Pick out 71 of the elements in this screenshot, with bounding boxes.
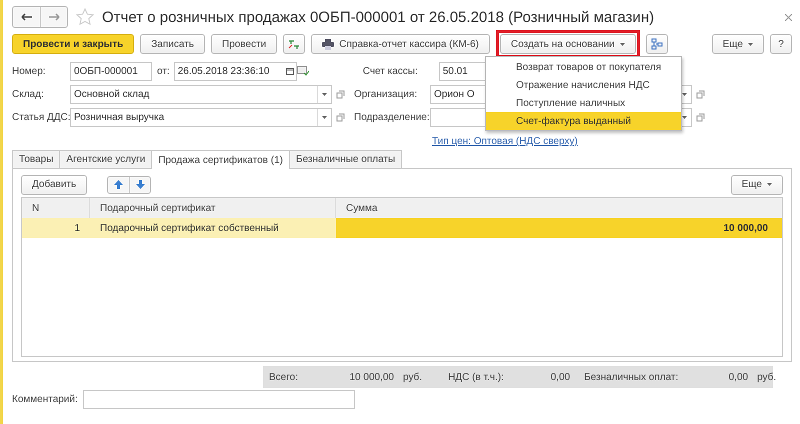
select-field[interactable]: Основной склад xyxy=(70,84,332,104)
more-button[interactable]: Еще xyxy=(712,34,764,54)
column-header: Подарочный сертификат xyxy=(90,198,336,218)
tab[interactable]: Продажа сертификатов (1) xyxy=(151,150,290,169)
date-field[interactable]: 26.05.2018 23:36:10 xyxy=(174,62,297,80)
help-button[interactable]: ? xyxy=(770,34,792,54)
star-icon[interactable] xyxy=(76,8,94,26)
hierarchy-icon xyxy=(650,38,663,50)
field-label: Номер: xyxy=(12,66,47,76)
close-icon[interactable] xyxy=(785,14,792,20)
total-label: Безналичных оплат: xyxy=(584,372,680,382)
down-arrow-icon xyxy=(136,180,145,189)
menu-item[interactable]: Поступление наличных xyxy=(486,94,681,112)
dropdown-icon[interactable] xyxy=(322,92,327,96)
back-arrow-icon xyxy=(21,13,32,21)
forward-arrow-icon xyxy=(48,13,60,21)
tab[interactable]: Товары xyxy=(12,150,60,168)
table-cell: 10 000,00 xyxy=(336,218,782,238)
window-title: Отчет о розничных продажах 0ОБП-000001 от 26.05.2018 (Розничный магазин) xyxy=(102,8,656,26)
field-label: Комментарий: xyxy=(12,394,78,405)
total-value: 0,00 xyxy=(728,372,748,382)
caret-icon xyxy=(748,42,753,46)
document-check-icon[interactable] xyxy=(296,66,309,76)
more-button[interactable]: Еще xyxy=(730,174,783,194)
table-row[interactable]: 1 Подарочный сертификат собственный 10 000,00 xyxy=(22,218,782,238)
create-based-on-button[interactable]: Создать на основании xyxy=(500,34,636,54)
tab[interactable]: Агентские услуги xyxy=(59,150,152,168)
menu-item[interactable]: Счет-фактура выданный xyxy=(486,112,681,130)
open-icon[interactable] xyxy=(696,90,704,98)
toolbar-button[interactable]: Записать xyxy=(140,34,205,54)
dropdown-icon[interactable] xyxy=(322,116,327,118)
field-label: Организация: xyxy=(354,88,418,100)
open-icon[interactable] xyxy=(336,112,344,122)
debit-credit-icon xyxy=(288,38,300,50)
tab[interactable]: Безналичные оплаты xyxy=(289,150,402,168)
menu-item[interactable]: Возврат товаров от покупателя xyxy=(486,58,681,76)
printer-icon xyxy=(322,38,334,50)
post-and-close-button[interactable]: Провести и закрыть xyxy=(12,34,134,54)
field-label: Счет кассы: xyxy=(362,66,419,76)
caret-icon xyxy=(767,183,772,186)
calendar-icon[interactable] xyxy=(286,68,294,74)
field-label: от: xyxy=(157,66,170,76)
total-label: Всего: xyxy=(269,372,299,382)
column-header: Сумма xyxy=(336,198,782,218)
comment-field[interactable] xyxy=(82,390,355,409)
field-label: Склад: xyxy=(12,88,45,100)
price-type-link[interactable]: Тип цен: Оптовая (НДС сверху) xyxy=(432,136,578,147)
total-label: НДС (в т.ч.): xyxy=(448,372,505,382)
field-label: Статья ДДС: xyxy=(12,112,70,122)
currency-label: руб. xyxy=(757,372,776,382)
currency-label: руб. xyxy=(403,372,422,382)
total-value: 0,00 xyxy=(550,372,570,382)
open-icon[interactable] xyxy=(696,112,704,122)
menu-item[interactable]: Отражение начисления НДС xyxy=(486,76,681,94)
print-report-button[interactable]: Справка-отчет кассира (КМ-6) xyxy=(311,34,490,54)
caret-icon xyxy=(620,42,625,46)
input-field[interactable]: 0ОБП-000001 xyxy=(70,62,152,80)
table-cell: 1 xyxy=(22,218,90,238)
add-button[interactable]: Добавить xyxy=(21,174,88,194)
column-header: N xyxy=(22,198,90,218)
structure-button[interactable] xyxy=(646,34,668,54)
dropdown-icon[interactable] xyxy=(682,92,687,96)
up-arrow-icon xyxy=(114,180,124,189)
field-label: Подразделение: xyxy=(354,112,430,122)
total-value: 10 000,00 xyxy=(348,372,394,382)
debit-credit-button[interactable] xyxy=(283,34,306,54)
toolbar-button[interactable]: Провести xyxy=(211,34,278,54)
select-field[interactable]: Розничная выручка xyxy=(70,108,332,126)
dropdown-icon[interactable] xyxy=(682,116,687,118)
table-cell: Подарочный сертификат собственный xyxy=(90,218,336,238)
open-icon[interactable] xyxy=(336,90,344,98)
